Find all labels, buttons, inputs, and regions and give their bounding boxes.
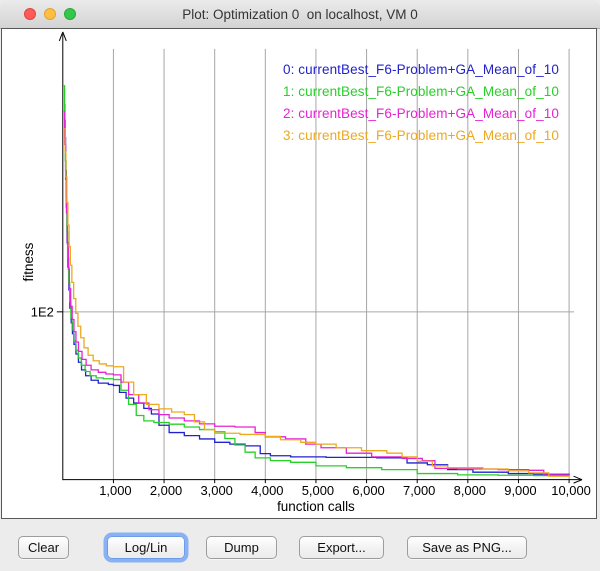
- minimize-button[interactable]: [44, 8, 56, 20]
- svg-text:1E2: 1E2: [31, 304, 54, 319]
- svg-text:2,000: 2,000: [150, 483, 182, 498]
- svg-text:7,000: 7,000: [403, 483, 435, 498]
- svg-text:3,000: 3,000: [200, 483, 232, 498]
- window-title: Plot: Optimization 0 on localhost, VM 0: [182, 7, 418, 22]
- legend-item: 3: currentBest_F6-Problem+GA_Mean_of_10: [283, 125, 559, 147]
- svg-text:fitness: fitness: [21, 242, 36, 281]
- svg-text:8,000: 8,000: [454, 483, 486, 498]
- legend-item: 0: currentBest_F6-Problem+GA_Mean_of_10: [283, 59, 559, 81]
- svg-text:9,000: 9,000: [504, 483, 536, 498]
- legend-item: 1: currentBest_F6-Problem+GA_Mean_of_10: [283, 81, 559, 103]
- save-as-png-button[interactable]: Save as PNG...: [407, 536, 527, 559]
- export-button[interactable]: Export...: [299, 536, 384, 559]
- svg-text:function calls: function calls: [277, 499, 355, 514]
- svg-text:10,000: 10,000: [551, 483, 591, 498]
- traffic-lights: [24, 8, 76, 20]
- plot-window: { "window": { "title": "Plot: Optimizati…: [0, 0, 600, 571]
- dump-button[interactable]: Dump: [206, 536, 277, 559]
- clear-button[interactable]: Clear: [18, 536, 69, 559]
- svg-text:5,000: 5,000: [302, 483, 334, 498]
- svg-text:1,000: 1,000: [99, 483, 131, 498]
- close-button[interactable]: [24, 8, 36, 20]
- zoom-button[interactable]: [64, 8, 76, 20]
- legend-item: 2: currentBest_F6-Problem+GA_Mean_of_10: [283, 103, 559, 125]
- titlebar: Plot: Optimization 0 on localhost, VM 0: [0, 0, 600, 29]
- plot-legend: 0: currentBest_F6-Problem+GA_Mean_of_101…: [283, 59, 559, 147]
- log-lin-button[interactable]: Log/Lin: [107, 536, 185, 559]
- svg-text:4,000: 4,000: [251, 483, 283, 498]
- svg-text:6,000: 6,000: [352, 483, 384, 498]
